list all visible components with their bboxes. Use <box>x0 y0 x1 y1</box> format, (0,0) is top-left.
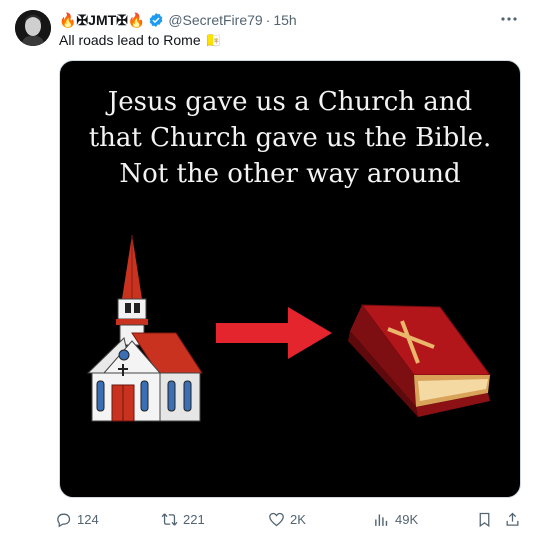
reply-button[interactable]: 124 <box>55 508 99 530</box>
share-icon <box>506 512 519 526</box>
bookmark-button[interactable] <box>476 508 498 530</box>
tweet-text: All roads lead to Rome 🇻🇦 <box>59 32 222 48</box>
repost-icon <box>161 512 178 526</box>
view-count: 49K <box>395 511 419 527</box>
heart-icon <box>269 512 284 526</box>
tweet-actions: 124 221 2K 49K <box>55 508 525 530</box>
timestamp[interactable]: 15h <box>273 12 296 28</box>
views-button[interactable]: 49K <box>373 508 418 530</box>
tweet[interactable]: 🔥✠JMT✠🔥 @SecretFire79 · 15h All roads le… <box>0 0 534 539</box>
like-count: 2K <box>290 511 306 527</box>
reply-icon <box>57 513 71 527</box>
media-text-line-3: Not the other way around <box>119 159 461 189</box>
share-button[interactable] <box>504 508 526 530</box>
avatar[interactable] <box>15 10 51 46</box>
handle[interactable]: @SecretFire79 <box>168 12 262 28</box>
tweet-media[interactable]: Jesus gave us a Church and that Church g… <box>59 60 521 498</box>
bookmark-icon <box>479 512 490 527</box>
church-icon <box>86 235 203 422</box>
more-options-button[interactable] <box>498 10 520 28</box>
display-name[interactable]: 🔥✠JMT✠🔥 <box>59 12 145 29</box>
repost-button[interactable]: 221 <box>161 508 205 530</box>
media-text-line-1: Jesus gave us a Church and <box>107 87 473 117</box>
repost-count: 221 <box>183 511 205 527</box>
bible-icon <box>348 304 491 417</box>
verified-badge-icon <box>149 13 163 27</box>
ellipsis-icon <box>501 17 517 21</box>
media-text-line-2: that Church gave us the Bible. <box>88 123 492 153</box>
avatar-image <box>15 10 51 46</box>
tweet-header: 🔥✠JMT✠🔥 @SecretFire79 · 15h <box>59 11 494 29</box>
analytics-icon <box>375 514 388 526</box>
reply-count: 124 <box>77 511 99 527</box>
like-button[interactable]: 2K <box>268 508 306 530</box>
separator-dot: · <box>265 12 271 28</box>
arrow-right-icon <box>216 307 332 359</box>
